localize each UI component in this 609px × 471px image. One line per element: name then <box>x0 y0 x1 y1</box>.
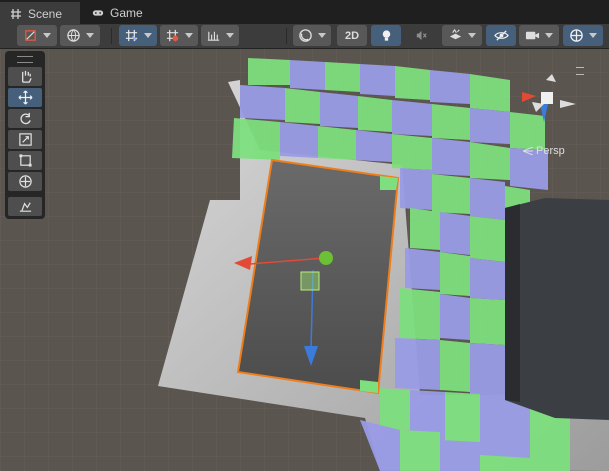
projection-label[interactable]: Persp <box>523 145 565 157</box>
chevron-down-icon <box>545 33 553 38</box>
gamepad-icon <box>92 10 104 16</box>
lighting-bulb-icon <box>382 30 390 41</box>
audio-mute-icon <box>416 30 427 41</box>
toggle-2d-button[interactable]: 2D <box>337 25 367 46</box>
shading-mode-dropdown[interactable] <box>293 25 331 46</box>
chevron-down-icon <box>86 33 94 38</box>
overlay-grip-icon[interactable] <box>576 67 584 75</box>
chevron-down-icon <box>468 33 476 38</box>
draw-mode-icon <box>25 30 36 41</box>
wall-block <box>505 198 609 420</box>
grid-icon <box>11 9 21 19</box>
transform-icon <box>18 175 32 188</box>
move-arrows-icon <box>18 90 32 105</box>
render-mode-dropdown[interactable] <box>60 25 100 46</box>
drag-grip-icon[interactable] <box>17 56 33 63</box>
grid-snap-toggle[interactable] <box>119 25 157 46</box>
camera-icon <box>525 31 540 40</box>
ruler-dropdown[interactable] <box>201 25 239 46</box>
hidden-objects-toggle[interactable] <box>486 25 516 46</box>
shading-sphere-icon <box>299 29 312 42</box>
hidden-objects-icon <box>493 30 509 41</box>
scene-toolbar: 2D <box>0 24 609 49</box>
tab-game-label: Game <box>110 6 143 20</box>
move-tool-button[interactable] <box>8 88 42 107</box>
tab-scene[interactable]: Scene <box>0 2 80 24</box>
toolbar-divider <box>111 28 112 44</box>
increment-snap-dropdown[interactable] <box>160 25 198 46</box>
rotate-tool-button[interactable] <box>8 109 42 128</box>
render-globe-icon <box>67 29 80 42</box>
custom-editor-tool-icon <box>19 202 31 212</box>
hand-tool-button[interactable] <box>8 67 42 86</box>
chevron-down-icon <box>318 33 326 38</box>
tab-scene-label: Scene <box>28 7 63 21</box>
scale-tool-button[interactable] <box>8 130 42 149</box>
chevron-down-icon <box>226 33 234 38</box>
hand-icon <box>21 70 32 83</box>
scene-view-tabbar: Scene Game <box>0 0 609 24</box>
camera-settings-dropdown[interactable] <box>519 25 559 46</box>
chevron-down-icon <box>185 33 193 38</box>
projection-label-text: Persp <box>536 145 565 157</box>
chevron-down-icon <box>589 33 597 38</box>
rect-transform-icon <box>18 154 32 167</box>
lighting-toggle[interactable] <box>371 25 401 46</box>
transform-tool-button[interactable] <box>8 172 42 191</box>
perspective-lines-icon <box>523 147 533 155</box>
ruler-icon <box>207 31 220 41</box>
scene-render[interactable] <box>0 49 609 471</box>
chevron-down-icon <box>43 33 51 38</box>
tab-game[interactable]: Game <box>82 2 162 24</box>
effects-dropdown[interactable] <box>442 25 482 46</box>
rotate-icon <box>19 112 31 125</box>
scene-viewport[interactable] <box>0 49 609 471</box>
effects-icon <box>449 28 462 40</box>
chevron-down-icon <box>144 33 152 38</box>
draw-mode-dropdown[interactable] <box>17 25 57 46</box>
rect-tool-button[interactable] <box>8 151 42 170</box>
gizmos-dropdown[interactable] <box>563 25 603 46</box>
custom-tool-button[interactable] <box>8 197 42 216</box>
audio-toggle[interactable] <box>406 25 436 46</box>
increment-snap-icon <box>166 29 179 42</box>
toolbar-divider <box>286 28 287 44</box>
tools-overlay <box>5 51 45 219</box>
gizmos-icon <box>570 29 583 42</box>
scale-icon <box>18 133 32 146</box>
grid-snap-icon <box>125 29 138 42</box>
